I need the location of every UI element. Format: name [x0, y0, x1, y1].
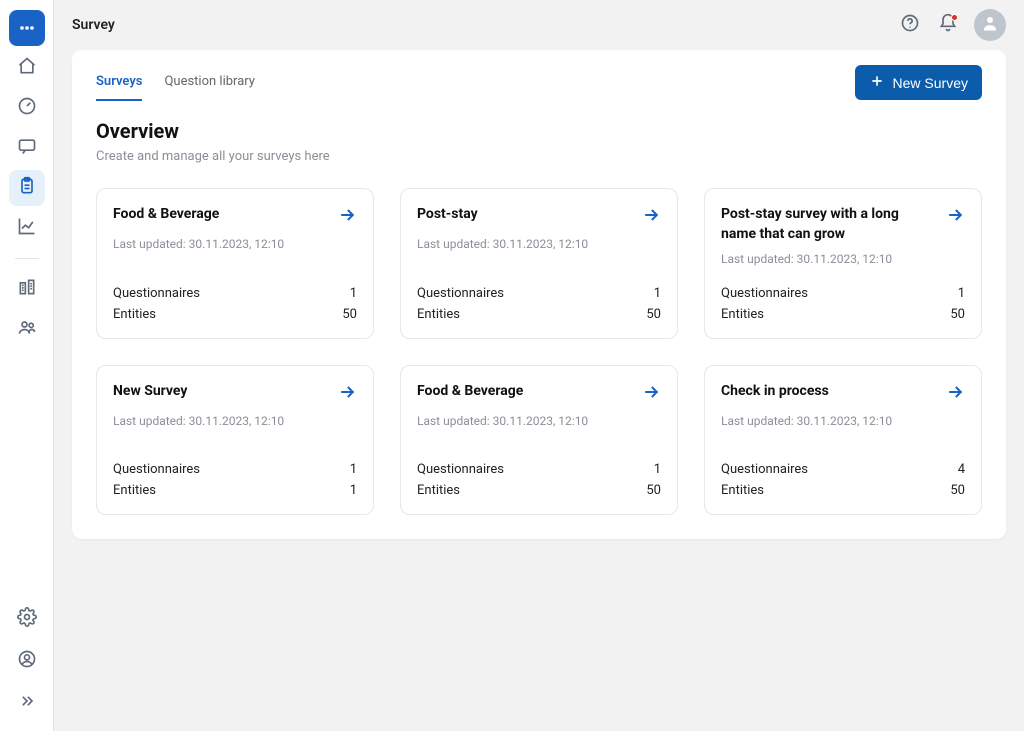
survey-card-updated: Last updated: 30.11.2023, 12:10 [113, 237, 357, 251]
stat-value-entities: 50 [646, 483, 661, 498]
stat-value-questionnaires: 1 [654, 462, 661, 477]
content-card: Surveys Question library New Survey Over… [72, 50, 1006, 539]
arrow-right-icon [337, 205, 357, 229]
arrow-right-icon [641, 205, 661, 229]
nav-surveys[interactable] [9, 170, 45, 206]
overview-heading: Overview [96, 119, 982, 143]
stat-label-questionnaires: Questionnaires [113, 462, 200, 477]
stat-label-entities: Entities [113, 483, 156, 498]
tabs: Surveys Question library [96, 64, 255, 101]
nav-profile[interactable] [9, 643, 45, 679]
stat-value-questionnaires: 1 [350, 462, 357, 477]
nav-expand[interactable] [9, 685, 45, 721]
app-logo[interactable] [9, 10, 45, 46]
stat-label-entities: Entities [417, 483, 460, 498]
tab-surveys[interactable]: Surveys [96, 64, 142, 101]
stat-value-entities: 50 [342, 307, 357, 322]
stat-label-questionnaires: Questionnaires [417, 286, 504, 301]
survey-card[interactable]: New Survey Last updated: 30.11.2023, 12:… [96, 365, 374, 515]
survey-card[interactable]: Food & Beverage Last updated: 30.11.2023… [96, 188, 374, 339]
nav-home[interactable] [9, 50, 45, 86]
stat-value-entities: 50 [646, 307, 661, 322]
nav-analytics[interactable] [9, 210, 45, 246]
survey-card-title: New Survey [113, 382, 327, 402]
survey-card-updated: Last updated: 30.11.2023, 12:10 [721, 252, 965, 266]
stat-label-questionnaires: Questionnaires [417, 462, 504, 477]
comment-icon [17, 136, 37, 160]
stat-value-entities: 50 [950, 307, 965, 322]
stat-label-questionnaires: Questionnaires [721, 286, 808, 301]
nav-users[interactable] [9, 311, 45, 347]
survey-card-title: Check in process [721, 382, 935, 402]
survey-card-title: Food & Beverage [113, 205, 327, 225]
stat-value-questionnaires: 1 [958, 286, 965, 301]
sidebar [0, 0, 54, 731]
survey-card-updated: Last updated: 30.11.2023, 12:10 [417, 237, 661, 251]
stat-value-questionnaires: 1 [654, 286, 661, 301]
stat-label-entities: Entities [721, 307, 764, 322]
users-icon [17, 317, 37, 341]
stat-label-questionnaires: Questionnaires [113, 286, 200, 301]
user-icon [981, 14, 999, 36]
stat-value-entities: 1 [350, 483, 357, 498]
gauge-icon [17, 96, 37, 120]
nav-settings[interactable] [9, 601, 45, 637]
home-icon [17, 56, 37, 80]
survey-card-title: Post-stay [417, 205, 631, 225]
topbar: Survey [54, 0, 1024, 50]
tab-question-library[interactable]: Question library [164, 64, 254, 101]
notification-dot [951, 14, 958, 21]
notifications-button[interactable] [936, 13, 960, 37]
help-icon [900, 13, 920, 37]
stat-label-entities: Entities [721, 483, 764, 498]
plus-icon [869, 73, 885, 92]
nav-dashboard[interactable] [9, 90, 45, 126]
new-survey-button-label: New Survey [893, 75, 968, 91]
arrow-right-icon [945, 382, 965, 406]
page-title: Survey [72, 17, 115, 33]
survey-card-title: Food & Beverage [417, 382, 631, 402]
survey-card[interactable]: Food & Beverage Last updated: 30.11.2023… [400, 365, 678, 515]
survey-card[interactable]: Post-stay Last updated: 30.11.2023, 12:1… [400, 188, 678, 339]
survey-card-title: Post-stay survey with a long name that c… [721, 205, 935, 244]
sidebar-divider [15, 258, 39, 259]
new-survey-button[interactable]: New Survey [855, 65, 982, 100]
building-icon [17, 277, 37, 301]
arrow-right-icon [641, 382, 661, 406]
survey-card-updated: Last updated: 30.11.2023, 12:10 [113, 414, 357, 428]
stat-value-questionnaires: 1 [350, 286, 357, 301]
stat-value-entities: 50 [950, 483, 965, 498]
survey-card-updated: Last updated: 30.11.2023, 12:10 [721, 414, 965, 428]
survey-card[interactable]: Post-stay survey with a long name that c… [704, 188, 982, 339]
survey-card[interactable]: Check in process Last updated: 30.11.202… [704, 365, 982, 515]
stat-label-entities: Entities [417, 307, 460, 322]
arrow-right-icon [337, 382, 357, 406]
nav-comments[interactable] [9, 130, 45, 166]
avatar-button[interactable] [974, 9, 1006, 41]
chevron-double-right-icon [17, 691, 37, 715]
survey-card-updated: Last updated: 30.11.2023, 12:10 [417, 414, 661, 428]
analytics-icon [17, 216, 37, 240]
overview-subheading: Create and manage all your surveys here [96, 149, 982, 164]
survey-cards-grid: Food & Beverage Last updated: 30.11.2023… [96, 188, 982, 515]
nav-entities[interactable] [9, 271, 45, 307]
user-circle-icon [17, 649, 37, 673]
help-button[interactable] [898, 13, 922, 37]
stat-value-questionnaires: 4 [958, 462, 965, 477]
gear-icon [17, 607, 37, 631]
arrow-right-icon [945, 205, 965, 229]
stat-label-questionnaires: Questionnaires [721, 462, 808, 477]
clipboard-icon [17, 176, 37, 200]
stat-label-entities: Entities [113, 307, 156, 322]
